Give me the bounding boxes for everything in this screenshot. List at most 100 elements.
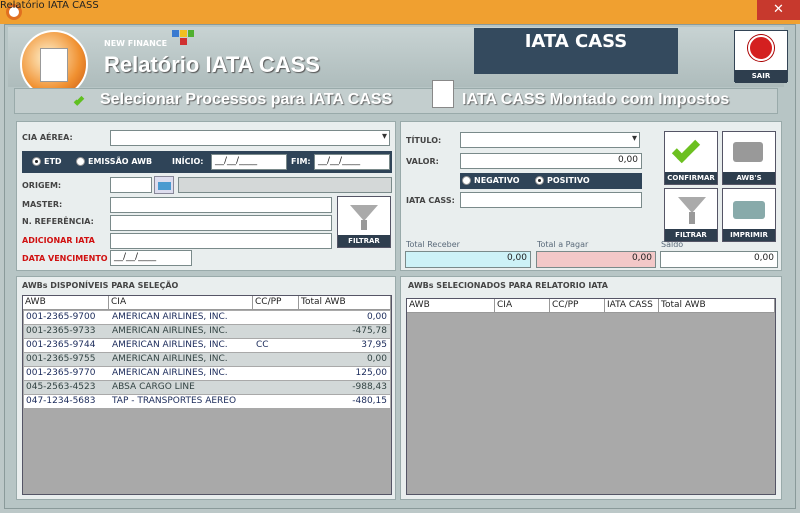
etd-radio-dot bbox=[32, 157, 41, 166]
table-cell: CC bbox=[256, 340, 269, 350]
origem-field[interactable] bbox=[110, 177, 152, 193]
table-cell: AMERICAN AIRLINES, INC. bbox=[112, 354, 228, 364]
table-row[interactable]: 001-2365-9770 AMERICAN AIRLINES, INC. 125,… bbox=[24, 367, 390, 380]
table-cell: 0,00 bbox=[366, 312, 387, 322]
exit-label: SAIR bbox=[735, 70, 787, 83]
negativo-radio-dot bbox=[462, 176, 471, 185]
exit-button[interactable]: SAIR bbox=[734, 30, 788, 83]
adicionar-iata-field[interactable] bbox=[110, 233, 332, 249]
emissao-radio-dot bbox=[76, 157, 85, 166]
iata-cass-banner: IATA CASS bbox=[474, 28, 678, 74]
table-cell: 001-2365-9744 bbox=[26, 340, 96, 350]
etd-radio[interactable]: ETD bbox=[32, 157, 62, 166]
sel-col-total[interactable]: Total AWB bbox=[659, 299, 775, 313]
col-awb[interactable]: AWB bbox=[23, 296, 109, 310]
table-cell: 001-2365-9755 bbox=[26, 354, 96, 364]
table-row[interactable]: 001-2365-9700 AMERICAN AIRLINES, INC. 0,00 bbox=[24, 311, 390, 324]
funnel-icon-right bbox=[678, 197, 706, 213]
table-cell: -480,15 bbox=[352, 396, 387, 406]
printer-check-icon bbox=[733, 142, 763, 162]
section-assembled-title: IATA CASS Montado com Impostos bbox=[462, 91, 730, 108]
calculator-icon bbox=[432, 80, 454, 108]
table-cell: AMERICAN AIRLINES, INC. bbox=[112, 368, 228, 378]
selected-awbs-grid[interactable]: AWB CIA CC/PP IATA CASS Total AWB bbox=[406, 298, 776, 495]
cia-label: CIA AÉREA: bbox=[22, 133, 73, 142]
table-cell: 37,95 bbox=[361, 340, 387, 350]
valor-field[interactable]: 0,00 bbox=[460, 153, 642, 169]
table-cell: 125,00 bbox=[355, 368, 388, 378]
emissao-label: EMISSÃO AWB bbox=[88, 157, 153, 166]
positivo-label: POSITIVO bbox=[547, 176, 590, 185]
table-row[interactable]: 001-2365-9744 AMERICAN AIRLINES, INC. CC 37… bbox=[24, 339, 390, 352]
col-total[interactable]: Total AWB bbox=[299, 296, 391, 310]
checkmark-icon bbox=[72, 88, 96, 110]
filter-button-left[interactable]: FILTRAR bbox=[337, 196, 391, 248]
confirm-label: CONFIRMAR bbox=[665, 172, 717, 184]
table-cell: 0,00 bbox=[366, 354, 387, 364]
table-cell: TAP - TRANSPORTES AEREO bbox=[112, 396, 237, 406]
fim-date-field[interactable]: __/__/____ bbox=[314, 154, 390, 170]
vencimento-field[interactable]: __/__/____ bbox=[110, 250, 192, 266]
available-awbs-title: AWBs DISPONÍVEIS PARA SELEÇÃO bbox=[22, 281, 179, 290]
sel-col-cia[interactable]: CIA bbox=[495, 299, 550, 313]
close-button[interactable]: ✕ bbox=[757, 0, 800, 20]
valor-label: VALOR: bbox=[406, 157, 439, 166]
printer-icon bbox=[733, 201, 765, 219]
col-ccpp[interactable]: CC/PP bbox=[253, 296, 299, 310]
negativo-radio[interactable]: NEGATIVO bbox=[462, 176, 520, 185]
titulo-select[interactable] bbox=[460, 132, 640, 148]
print-button[interactable]: IMPRIMIR bbox=[722, 188, 776, 242]
table-row[interactable]: 045-2563-4523 ABSA CARGO LINE -988,43 bbox=[24, 381, 390, 394]
table-row[interactable]: 001-2365-9755 AMERICAN AIRLINES, INC. 0,00 bbox=[24, 353, 390, 366]
filter-button-right[interactable]: FILTRAR bbox=[664, 188, 718, 242]
sel-col-iata[interactable]: IATA CASS bbox=[605, 299, 659, 313]
table-cell: -475,78 bbox=[352, 326, 387, 336]
funnel-stem-right bbox=[689, 212, 695, 224]
confirm-button[interactable]: CONFIRMAR bbox=[664, 131, 718, 185]
iata-cass-label: IATA CASS: bbox=[406, 196, 455, 205]
sel-col-awb[interactable]: AWB bbox=[407, 299, 495, 313]
total-receber-field: 0,00 bbox=[405, 251, 531, 268]
total-receber-label: Total Receber bbox=[406, 240, 460, 249]
inicio-date-field[interactable]: __/__/____ bbox=[211, 154, 287, 170]
table-row[interactable]: 001-2365-9733 AMERICAN AIRLINES, INC. -475… bbox=[24, 325, 390, 338]
awbs-label: AWB'S bbox=[723, 172, 775, 184]
vencimento-label: DATA VENCIMENTO bbox=[22, 254, 108, 263]
etd-label: ETD bbox=[44, 157, 62, 166]
power-icon bbox=[748, 35, 774, 61]
cia-select[interactable] bbox=[110, 130, 390, 146]
table-cell: ABSA CARGO LINE bbox=[112, 382, 195, 392]
iata-cass-field[interactable] bbox=[460, 192, 642, 208]
nref-field[interactable] bbox=[110, 215, 332, 231]
emissao-radio[interactable]: EMISSÃO AWB bbox=[76, 157, 152, 166]
print-label: IMPRIMIR bbox=[723, 229, 775, 241]
nref-label: N. REFERÊNCIA: bbox=[22, 217, 94, 226]
table-cell: 001-2365-9770 bbox=[26, 368, 96, 378]
positivo-radio-dot bbox=[535, 176, 544, 185]
col-cia[interactable]: CIA bbox=[109, 296, 253, 310]
table-cell: 001-2365-9733 bbox=[26, 326, 96, 336]
total-pagar-field: 0,00 bbox=[536, 251, 656, 268]
banner-text: IATA CASS bbox=[524, 31, 628, 52]
adicionar-iata-label: ADICIONAR IATA bbox=[22, 236, 95, 245]
folder-open-icon[interactable] bbox=[154, 176, 174, 194]
saldo-field: 0,00 bbox=[660, 251, 778, 268]
window-title: Relatório IATA CASS bbox=[0, 0, 99, 11]
positivo-radio[interactable]: POSITIVO bbox=[535, 176, 590, 185]
table-cell: AMERICAN AIRLINES, INC. bbox=[112, 312, 228, 322]
table-row[interactable]: 047-1234-5683 TAP - TRANSPORTES AEREO -480… bbox=[24, 395, 390, 408]
available-awbs-grid[interactable]: AWB CIA CC/PP Total AWB 001-2365-9700 AME… bbox=[22, 295, 392, 495]
brand-label: NEW FINANCE bbox=[104, 39, 168, 48]
sel-col-ccpp[interactable]: CC/PP bbox=[550, 299, 605, 313]
origem-label: ORIGEM: bbox=[22, 181, 62, 190]
negativo-label: NEGATIVO bbox=[474, 176, 520, 185]
master-field[interactable] bbox=[110, 197, 332, 213]
table-cell: 047-1234-5683 bbox=[26, 396, 96, 406]
selected-awbs-title: AWBs SELECIONADOS PARA RELATORIO IATA bbox=[408, 281, 608, 290]
inicio-label: INÍCIO: bbox=[172, 157, 204, 166]
funnel-stem bbox=[361, 220, 367, 230]
table-cell: 045-2563-4523 bbox=[26, 382, 96, 392]
check-icon bbox=[671, 134, 701, 164]
awbs-button[interactable]: AWB'S bbox=[722, 131, 776, 185]
table-cell: 001-2365-9700 bbox=[26, 312, 96, 322]
